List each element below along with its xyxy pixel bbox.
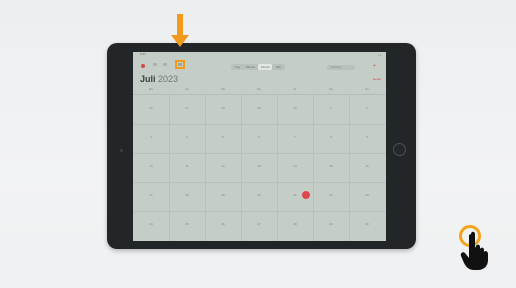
day-cell[interactable]: 14 [277,164,313,168]
month-name: Juli [140,74,156,84]
highlighted-calendars-button[interactable] [175,60,185,69]
weekday-label: Fr [293,87,297,91]
weekday-header: Mo Di Mi Do Fr Sa So [133,87,386,92]
weekday-label: Mo [148,87,154,91]
day-cell[interactable]: 3 [133,135,169,139]
weekday-label: Mi [221,87,225,91]
weekday-label: Do [257,87,261,91]
tab-week[interactable]: Woche [243,64,258,70]
day-cell[interactable]: 26 [205,222,241,226]
down-arrow-icon [177,14,183,37]
tab-day[interactable]: Tag [232,64,243,70]
tab-year[interactable]: Jahr [272,64,284,70]
front-camera [120,149,123,152]
search-input[interactable]: Suchen [327,65,355,70]
day-cell[interactable]: 30 [349,222,385,226]
month-title: Juli 2023 [140,74,178,84]
day-cell[interactable]: 1 [313,106,349,110]
home-button[interactable] [393,143,406,156]
day-cell[interactable]: 30 [277,106,313,110]
day-cell[interactable]: 22 [313,193,349,197]
day-cell[interactable]: 28 [277,222,313,226]
day-cell[interactable]: 4 [169,135,205,139]
day-cell[interactable]: 7 [277,135,313,139]
day-cell[interactable]: 23 [349,193,385,197]
day-cell[interactable]: 11 [169,164,205,168]
day-cell[interactable]: 24 [133,222,169,226]
down-arrow-head-icon [171,35,189,47]
day-cell[interactable]: 17 [133,193,169,197]
pointing-hand-icon [460,231,488,270]
day-cell[interactable]: 12 [205,164,241,168]
weekday-label: So [365,87,369,91]
tab-month[interactable]: Monat [258,64,273,70]
day-cell[interactable]: 5 [205,135,241,139]
day-cell[interactable]: 25 [169,222,205,226]
day-cell[interactable]: 2 [349,106,385,110]
day-cell[interactable]: 27 [169,106,205,110]
day-cell[interactable]: 28 [205,106,241,110]
toolbar: Tag Woche Monat Jahr Suchen + [133,58,386,70]
day-cell[interactable]: 29 [313,222,349,226]
view-switcher: Tag Woche Monat Jahr [231,64,286,70]
day-cell[interactable]: 29 [241,106,277,110]
day-cell[interactable]: 6 [241,135,277,139]
sidebar-icon[interactable] [153,63,157,66]
weekday-label: Di [185,87,189,91]
calendars-icon [178,63,182,66]
day-cell[interactable]: 15 [313,164,349,168]
status-icons: ▪ ▪ [378,53,381,57]
day-cell[interactable]: 19 [205,193,241,197]
search-placeholder: Suchen [331,65,342,69]
status-time: 9:41 [140,52,146,56]
calendar-screen: 9:41 ▪ ▪ Tag Woche Monat Jahr Suchen + J… [133,52,386,241]
day-cell[interactable]: 20 [241,193,277,197]
day-cell[interactable]: 9 [349,135,385,139]
today-marker [302,191,310,199]
day-cell[interactable]: 18 [169,193,205,197]
day-cell[interactable]: 10 [133,164,169,168]
day-cell[interactable]: 26 [133,106,169,110]
day-cell[interactable]: 27 [241,222,277,226]
weekday-label: Sa [329,87,333,91]
add-event-button[interactable]: + [373,63,376,69]
day-cell[interactable]: 8 [313,135,349,139]
inbox-icon[interactable] [163,63,167,66]
day-cell[interactable]: 13 [241,164,277,168]
close-dot-icon[interactable] [141,64,145,68]
day-cell[interactable]: 16 [349,164,385,168]
year-label: 2023 [158,74,179,84]
today-button[interactable]: Heute [373,77,381,81]
